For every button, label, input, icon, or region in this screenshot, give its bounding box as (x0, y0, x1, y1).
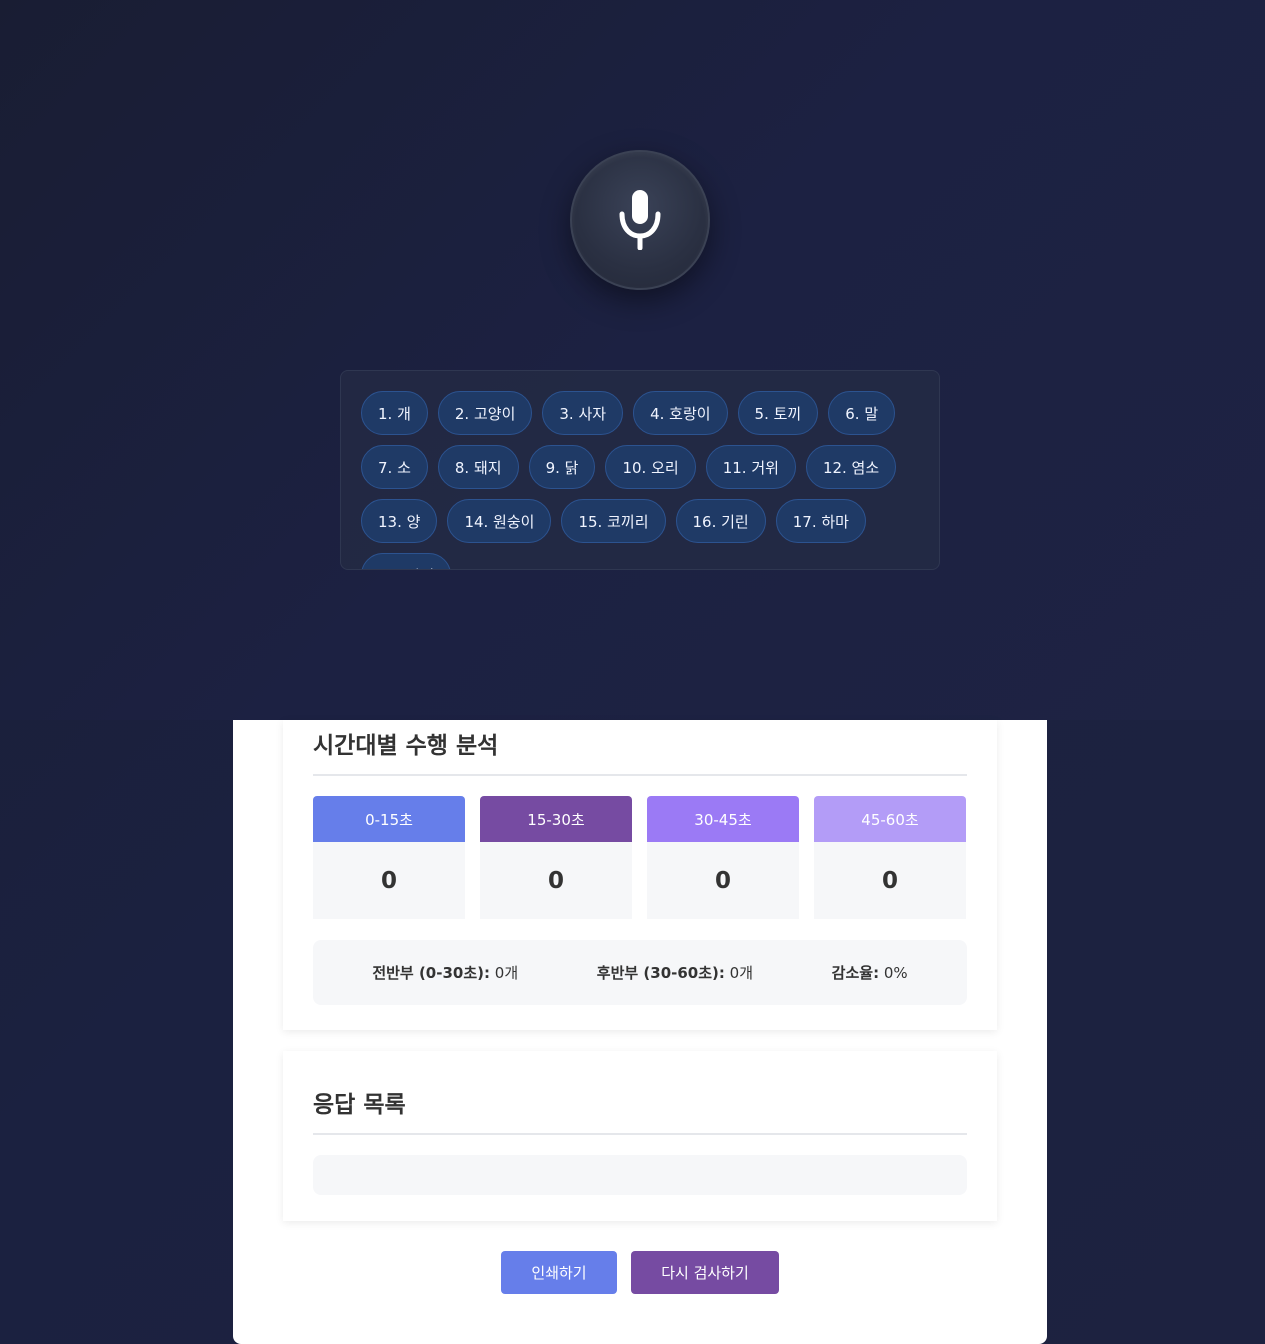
word-chip: 10. 오리 (605, 445, 696, 489)
performance-summary: 전반부 (0-30초): 0개 후반부 (30-60초): 0개 감소율: 0% (313, 940, 967, 1005)
word-chip: 5. 토끼 (737, 391, 819, 435)
second-half-value: 0개 (729, 964, 754, 982)
word-chip: 7. 소 (361, 445, 428, 489)
first-half-label: 전반부 (0-30초): (372, 964, 490, 982)
time-analysis-card: 시간대별 수행 분석 0-15초 0 15-30초 0 30-45초 0 45-… (283, 720, 997, 1030)
word-chip: 13. 양 (361, 499, 438, 543)
word-chips: 1. 개 2. 고양이 3. 사자 4. 호랑이 5. 토끼 6. 말 7. 소 8. 돼지 9… (361, 391, 901, 569)
response-list (313, 1155, 967, 1195)
print-button[interactable]: 인쇄하기 (501, 1251, 617, 1294)
action-buttons: 인쇄하기 다시 검사하기 (233, 1251, 1047, 1294)
microphone-icon (619, 190, 661, 250)
word-list-panel: 1. 개 2. 고양이 3. 사자 4. 호랑이 5. 토끼 6. 말 7. 소 8. 돼지 9… (340, 370, 940, 570)
second-half-label: 후반부 (30-60초): (596, 964, 725, 982)
decline-rate-stat: 감소율: 0% (832, 962, 908, 983)
segment-count: 0 (814, 842, 966, 919)
second-half-stat: 후반부 (30-60초): 0개 (597, 962, 753, 983)
word-chip: 4. 호랑이 (633, 391, 728, 435)
word-chip: 18. 악어 (361, 553, 452, 569)
word-chip: 1. 개 (361, 391, 428, 435)
segment-15-30: 15-30초 0 (480, 796, 632, 919)
result-panel: 시간대별 수행 분석 0-15초 0 15-30초 0 30-45초 0 45-… (233, 720, 1047, 1344)
word-chip: 8. 돼지 (437, 445, 519, 489)
test-area: 1. 개 2. 고양이 3. 사자 4. 호랑이 5. 토끼 6. 말 7. 소 8. 돼지 9… (0, 0, 1265, 720)
response-list-title: 응답 목록 (313, 1085, 967, 1135)
word-chip: 6. 말 (828, 391, 896, 435)
retry-test-button[interactable]: 다시 검사하기 (631, 1251, 779, 1294)
segment-label: 30-45초 (647, 796, 799, 842)
word-chip: 11. 거위 (705, 445, 796, 489)
segment-label: 45-60초 (814, 796, 966, 842)
time-analysis-title: 시간대별 수행 분석 (313, 726, 967, 776)
word-chip: 12. 염소 (805, 445, 897, 489)
word-chip: 9. 닭 (528, 445, 596, 489)
first-half-stat: 전반부 (0-30초): 0개 (372, 962, 518, 983)
segment-count: 0 (647, 842, 799, 919)
segment-label: 15-30초 (480, 796, 632, 842)
word-chip: 2. 고양이 (437, 391, 533, 435)
decline-value: 0% (883, 964, 908, 982)
word-chip: 3. 사자 (542, 391, 624, 435)
word-chip: 14. 원숭이 (447, 499, 552, 543)
segment-45-60: 45-60초 0 (814, 796, 966, 919)
decline-label: 감소율: (831, 964, 880, 982)
response-list-card: 응답 목록 (283, 1051, 997, 1221)
word-chip: 17. 하마 (775, 499, 866, 543)
segment-30-45: 30-45초 0 (647, 796, 799, 919)
word-chip: 16. 기린 (675, 499, 766, 543)
microphone-button[interactable] (570, 150, 710, 290)
segment-0-15: 0-15초 0 (313, 796, 465, 919)
segment-count: 0 (313, 842, 465, 919)
time-segments: 0-15초 0 15-30초 0 30-45초 0 45-60초 0 (313, 796, 967, 919)
segment-label: 0-15초 (313, 796, 465, 842)
first-half-value: 0개 (494, 964, 519, 982)
word-chip: 15. 코끼리 (561, 499, 666, 543)
segment-count: 0 (480, 842, 632, 919)
